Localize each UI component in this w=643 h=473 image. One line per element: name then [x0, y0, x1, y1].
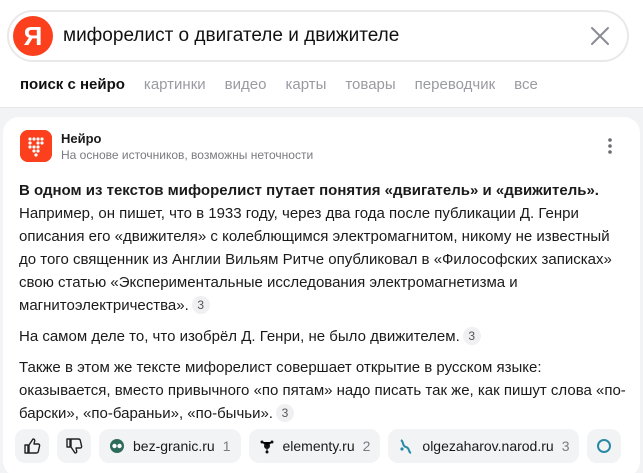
- source-count: 2: [362, 438, 371, 454]
- tab-neuro-search[interactable]: поиск с нейро: [20, 76, 125, 93]
- answer-paragraph: В одном из текстов мифорелист путает пон…: [19, 179, 629, 317]
- source-favicon-icon: [260, 440, 273, 454]
- yandex-logo[interactable]: Я: [13, 16, 53, 56]
- source-link[interactable]: bez-granic.ru 1: [99, 429, 241, 463]
- thumbs-up-icon: [24, 438, 41, 454]
- divider: [0, 107, 643, 108]
- tab-maps[interactable]: карты: [285, 76, 326, 93]
- reference-badge[interactable]: 3: [462, 327, 481, 345]
- like-button[interactable]: [15, 429, 49, 463]
- reference-badge[interactable]: 3: [191, 296, 210, 314]
- search-box[interactable]: Я мифорелист о двигателе и движителе: [7, 10, 629, 62]
- source-favicon-icon: [110, 439, 124, 453]
- source-favicon-icon: [400, 439, 412, 454]
- author-subtitle: На основе источников, возможны неточност…: [61, 148, 314, 162]
- source-name: bez-granic.ru: [133, 438, 215, 454]
- source-count: 3: [561, 438, 570, 454]
- feedback-and-sources: bez-granic.ru 1 elementy.ru 2 olgezaharo…: [15, 429, 643, 463]
- author-name: Нейро: [61, 131, 102, 146]
- answer-text-span: На самом деле то, что изобрёл Д. Генри, …: [19, 328, 460, 345]
- tab-products[interactable]: товары: [345, 76, 395, 93]
- tab-translator[interactable]: переводчик: [415, 76, 495, 93]
- search-input[interactable]: мифорелист о двигателе и движителе: [63, 25, 399, 47]
- tab-all[interactable]: все: [514, 76, 538, 93]
- source-link[interactable]: olgezaharov.narod.ru 3: [388, 429, 580, 463]
- source-link[interactable]: [587, 429, 622, 463]
- answer-paragraph: На самом деле то, что изобрёл Д. Генри, …: [19, 325, 629, 348]
- source-name: olgezaharov.narod.ru: [422, 438, 554, 454]
- answer-bold: В одном из текстов мифорелист путает пон…: [19, 182, 599, 199]
- tab-video[interactable]: видео: [225, 76, 267, 93]
- neuro-avatar-icon: [20, 130, 52, 162]
- source-name: elementy.ru: [282, 438, 355, 454]
- answer-text-span: Также в этом же тексте мифорелист соверш…: [19, 359, 626, 422]
- source-link[interactable]: elementy.ru 2: [248, 429, 381, 463]
- answer-text: В одном из текстов мифорелист путает пон…: [19, 179, 629, 433]
- source-favicon-icon: [597, 439, 612, 453]
- search-tabs: поиск с нейро картинки видео карты товар…: [20, 76, 557, 93]
- more-options-icon[interactable]: [607, 137, 613, 155]
- neuro-answer-card: Нейро На основе источников, возможны нет…: [3, 117, 640, 473]
- tab-images[interactable]: картинки: [144, 76, 206, 93]
- close-icon[interactable]: [589, 25, 611, 47]
- answer-text-span: Например, он пишет, что в 1933 году, чер…: [19, 205, 612, 314]
- dislike-button[interactable]: [57, 429, 91, 463]
- source-count: 1: [222, 438, 231, 454]
- answer-paragraph: Также в этом же тексте мифорелист соверш…: [19, 356, 629, 425]
- thumbs-down-icon: [66, 438, 83, 454]
- reference-badge[interactable]: 3: [275, 404, 294, 422]
- search-header: Я мифорелист о двигателе и движителе пои…: [0, 0, 643, 108]
